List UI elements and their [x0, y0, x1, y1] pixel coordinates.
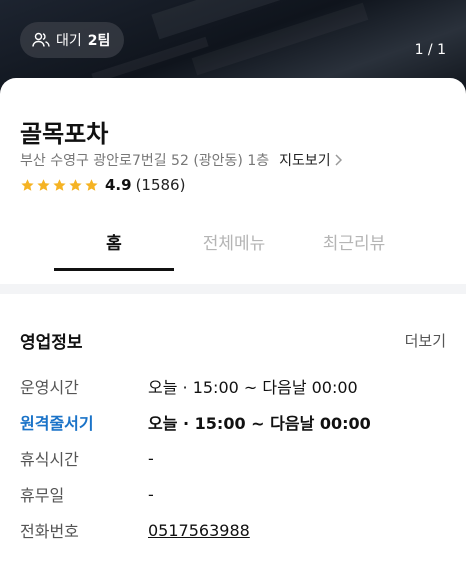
info-value: 오늘 · 15:00 ~ 다음날 00:00: [148, 378, 358, 397]
info-value: -: [148, 448, 154, 468]
info-key: 휴식시간: [20, 450, 79, 469]
waiting-count: 2팀: [87, 33, 111, 49]
info-key: 휴무일: [20, 486, 65, 505]
people-icon: [32, 32, 50, 48]
store-address: 부산 수영구 광안로7번길 52 (광안동) 1층: [20, 153, 270, 169]
info-row-closed-days: 휴무일 -: [20, 476, 450, 512]
star-icon: [21, 178, 34, 191]
map-link-label: 지도보기: [279, 153, 331, 169]
business-info-list: 운영시간 오늘 · 15:00 ~ 다음날 00:00 원격줄서기 오늘 · 1…: [20, 368, 450, 548]
store-name: 골목포차: [20, 120, 109, 148]
star-icon: [69, 178, 82, 191]
business-info-title: 영업정보: [20, 333, 83, 353]
star-icon: [85, 178, 98, 191]
more-link[interactable]: 더보기: [405, 330, 446, 351]
map-link[interactable]: 지도보기: [279, 150, 342, 170]
info-key: 원격줄서기: [20, 414, 94, 433]
chevron-right-icon: [335, 154, 342, 166]
star-rating: [20, 178, 99, 193]
waiting-badge[interactable]: 대기 2팀: [20, 22, 125, 58]
review-count: (1586): [135, 176, 186, 194]
tab-home[interactable]: 홈: [54, 210, 174, 272]
rating-row[interactable]: 4.9 (1586): [20, 176, 185, 194]
phone-link[interactable]: 0517563988: [148, 521, 250, 540]
section-divider: [0, 284, 466, 294]
info-key: 전화번호: [20, 522, 79, 541]
waiting-label: 대기: [56, 33, 82, 49]
info-value: 오늘 · 15:00 ~ 다음날 00:00: [148, 414, 371, 433]
info-row-break: 휴식시간 -: [20, 440, 450, 476]
tab-bar: 홈 전체메뉴 최근리뷰: [0, 210, 466, 272]
store-info-card: 골목포차 부산 수영구 광안로7번길 52 (광안동) 1층 지도보기 4.9 …: [0, 78, 466, 565]
star-icon: [53, 178, 66, 191]
info-row-remote-queue: 원격줄서기 오늘 · 15:00 ~ 다음날 00:00: [20, 404, 450, 440]
info-key: 운영시간: [20, 378, 79, 397]
info-row-hours: 운영시간 오늘 · 15:00 ~ 다음날 00:00: [20, 368, 450, 404]
info-value: -: [148, 484, 154, 504]
photo-counter: 1 / 1: [414, 42, 446, 58]
info-row-phone: 전화번호 0517563988: [20, 512, 450, 548]
tab-menu[interactable]: 전체메뉴: [174, 210, 294, 272]
tab-reviews[interactable]: 최근리뷰: [294, 210, 414, 272]
star-icon: [37, 178, 50, 191]
active-tab-indicator: [54, 268, 174, 271]
rating-score: 4.9: [105, 176, 132, 194]
address-row: 부산 수영구 광안로7번길 52 (광안동) 1층 지도보기: [20, 150, 342, 170]
